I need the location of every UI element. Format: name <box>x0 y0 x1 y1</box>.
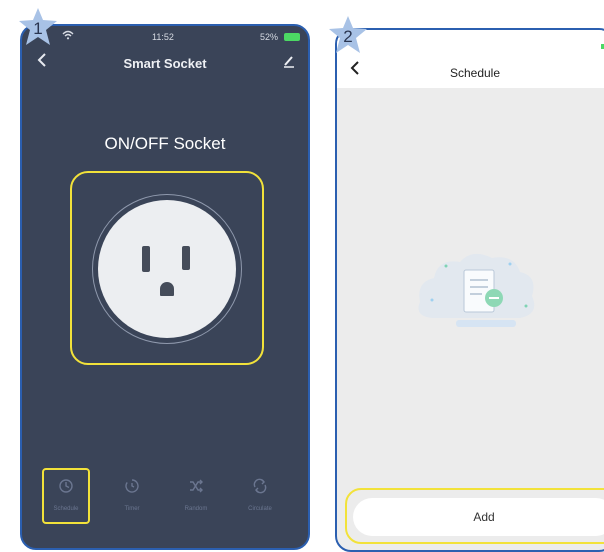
tab-label: Timer <box>124 506 140 512</box>
status-bar: 11:52 52% <box>22 30 308 44</box>
step-number: 1 <box>33 19 43 38</box>
step-number: 2 <box>343 27 353 46</box>
tab-label: Circulate <box>248 506 272 512</box>
nav-bar: Schedule <box>337 30 604 88</box>
socket-slot-right <box>182 246 190 270</box>
smart-socket-screen: 11:52 52% Smart Socket ON/OFF Socket Sch… <box>20 24 310 550</box>
pencil-icon[interactable] <box>282 54 296 71</box>
empty-schedule-illustration <box>412 242 542 342</box>
tab-random[interactable]: Random <box>166 468 226 528</box>
tab-timer[interactable]: Timer <box>102 468 162 528</box>
circulate-icon <box>230 478 290 500</box>
status-battery-percent: 52% <box>260 32 279 42</box>
page-title: Schedule <box>449 66 501 80</box>
socket-power-button[interactable] <box>98 200 236 338</box>
wifi-icon <box>62 30 74 43</box>
step-badge-2: 2 <box>326 14 370 58</box>
timer-icon <box>102 478 162 500</box>
step-badge-1: 1 <box>16 6 60 50</box>
battery-icon <box>284 33 300 41</box>
socket-ground-hole <box>160 282 174 296</box>
nav-bar: Smart Socket <box>22 52 308 76</box>
tab-label: Random <box>184 506 208 512</box>
add-highlight-frame <box>345 488 604 544</box>
device-heading: ON/OFF Socket <box>104 134 226 153</box>
schedule-highlight-frame <box>42 468 90 524</box>
socket-slot-left <box>142 246 150 272</box>
shuffle-icon <box>166 478 226 500</box>
schedule-screen: Schedule Add <box>335 28 604 552</box>
tab-circulate[interactable]: Circulate <box>230 468 290 528</box>
status-time: 11:52 <box>152 32 174 42</box>
page-title: Smart Socket <box>123 56 207 71</box>
